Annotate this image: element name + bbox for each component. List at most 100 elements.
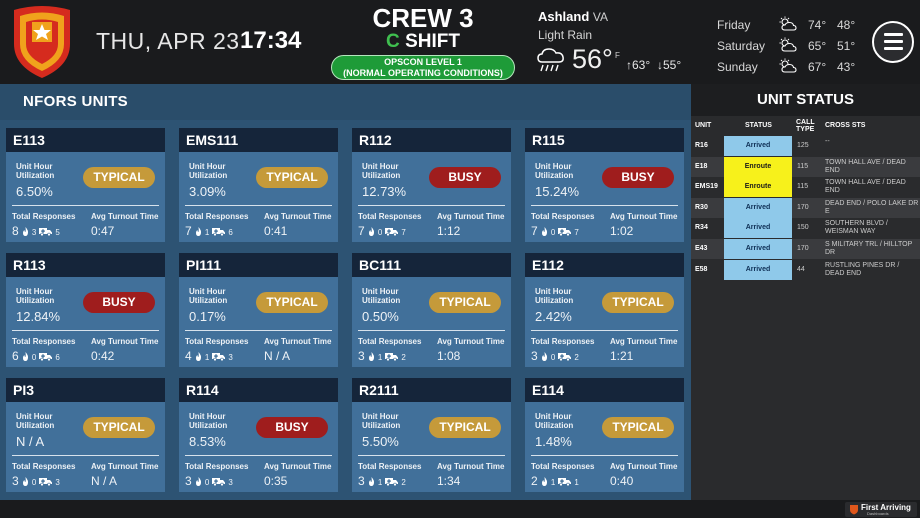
utilization-value: N / A xyxy=(16,434,45,449)
total-responses-values: 8 3 5 xyxy=(12,224,60,238)
fire-responses-count: 0 xyxy=(31,353,37,362)
status-row[interactable]: R30 Arrived 170 DEAD END / POLO LAKE DR E xyxy=(691,197,920,218)
avg-turnout-value: 1:34 xyxy=(437,474,461,488)
row-cross-streets: DEAD END / POLO LAKE DR E xyxy=(825,199,919,215)
col-status: STATUS xyxy=(745,122,772,129)
total-responses-count: 3 xyxy=(531,349,538,363)
opscon-level: OPSCON LEVEL 1 xyxy=(384,57,462,67)
utilization-value: 12.73% xyxy=(362,184,407,199)
row-call-type: 170 xyxy=(797,245,809,252)
utilization-label: Unit Hour Utilization xyxy=(535,287,573,305)
utilization-label: Unit Hour Utilization xyxy=(535,412,573,430)
ems-responses-count: 2 xyxy=(401,353,406,362)
unit-card[interactable]: EMS111 Unit Hour Utilization 3.09% TYPICAL To… xyxy=(179,128,338,242)
current-temperature: 56° xyxy=(572,44,613,74)
unit-card[interactable]: R114 Unit Hour Utilization 8.53% BUSY Total R… xyxy=(179,378,338,492)
status-badge: TYPICAL xyxy=(429,292,501,313)
weather-state: VA xyxy=(592,10,609,24)
row-status: Arrived xyxy=(724,218,792,239)
utilization-value: 6.50% xyxy=(16,184,53,199)
row-unit: R16 xyxy=(695,142,708,149)
status-badge: BUSY xyxy=(429,167,501,188)
row-status: Enroute xyxy=(724,156,792,177)
forecast-row: Friday 74° 48° xyxy=(717,16,867,37)
unit-status-title: UNIT STATUS xyxy=(691,84,920,116)
unit-card[interactable]: R112 Unit Hour Utilization 12.73% BUSY Total … xyxy=(352,128,511,242)
utilization-label-line1: Unit Hour xyxy=(362,162,399,171)
total-responses-count: 7 xyxy=(185,224,192,238)
unit-card[interactable]: PI111 Unit Hour Utilization 0.17% TYPICAL Tot… xyxy=(179,253,338,367)
utilization-label: Unit Hour Utilization xyxy=(189,162,227,180)
status-table-header: UNIT STATUS CALL TYPE CROSS STS xyxy=(691,119,920,134)
fire-icon xyxy=(541,226,548,238)
unit-card[interactable]: E112 Unit Hour Utilization 2.42% TYPICAL Tota… xyxy=(525,253,684,367)
total-responses-label: Total Responses xyxy=(358,462,422,471)
menu-button[interactable] xyxy=(872,21,914,63)
avg-turnout-label: Avg Turnout Time xyxy=(91,337,159,346)
total-responses-count: 3 xyxy=(185,474,192,488)
unit-card[interactable]: R115 Unit Hour Utilization 15.24% BUSY Total … xyxy=(525,128,684,242)
divider xyxy=(358,330,505,331)
row-unit: E18 xyxy=(695,162,708,170)
status-row[interactable]: E43 Arrived 170 S MILITARY TRL / HILLTOP DR xyxy=(691,239,920,259)
unit-card[interactable]: E114 Unit Hour Utilization 1.48% TYPICAL Tota… xyxy=(525,378,684,492)
utilization-label-line1: Unit Hour xyxy=(16,287,53,296)
forecast-high: 74° xyxy=(808,18,827,32)
row-status: Arrived xyxy=(724,259,792,280)
utilization-label-line1: Unit Hour xyxy=(16,412,53,421)
total-responses-values: 2 1 1 xyxy=(531,474,579,488)
fire-responses-count: 0 xyxy=(377,228,383,237)
fire-responses-count: 1 xyxy=(377,353,383,362)
status-row[interactable]: R34 Arrived 150 SOUTHERN BLVD / WEISMAN WAY xyxy=(691,218,920,239)
shift-label: C SHIFT xyxy=(333,31,513,53)
unit-name: R112 xyxy=(359,132,392,148)
status-badge: TYPICAL xyxy=(256,167,328,188)
row-call-type: 125 xyxy=(797,142,809,149)
unit-card[interactable]: PI3 Unit Hour Utilization N / A TYPICAL Total… xyxy=(6,378,165,492)
avg-turnout-label: Avg Turnout Time xyxy=(437,337,505,346)
divider xyxy=(185,205,332,206)
total-responses-values: 3 1 2 xyxy=(358,349,406,363)
unit-name: EMS111 xyxy=(186,132,239,148)
unit-name: PI111 xyxy=(186,257,222,273)
unit-card[interactable]: BC111 Unit Hour Utilization 0.50% TYPICAL Tot… xyxy=(352,253,511,367)
unit-card-header: EMS111 xyxy=(179,128,338,152)
utilization-label: Unit Hour Utilization xyxy=(16,412,54,430)
ambulance-icon xyxy=(385,476,399,488)
unit-card[interactable]: E113 Unit Hour Utilization 6.50% TYPICAL Tota… xyxy=(6,128,165,242)
unit-card-header: R113 xyxy=(6,253,165,277)
divider xyxy=(358,455,505,456)
utilization-label: Unit Hour Utilization xyxy=(189,287,227,305)
avg-turnout-label: Avg Turnout Time xyxy=(437,212,505,221)
status-row[interactable]: E58 Arrived 44 RUSTLING PINES DR / DEAD END xyxy=(691,259,920,280)
total-responses-label: Total Responses xyxy=(185,462,249,471)
col-unit: UNIT xyxy=(695,122,712,129)
fire-icon xyxy=(541,351,548,363)
header-bar: THU, APR 23 17:34 CREW 3 C SHIFT OPSCON … xyxy=(0,0,920,84)
avg-turnout-value: 1:12 xyxy=(437,224,461,238)
row-call-type: 170 xyxy=(797,203,809,211)
status-row[interactable]: E18 Enroute 115 TOWN HALL AVE / DEAD END xyxy=(691,156,920,177)
unit-name: R113 xyxy=(13,257,46,273)
ems-responses-count: 6 xyxy=(55,353,60,362)
total-responses-values: 4 1 3 xyxy=(185,349,233,363)
opscon-description: (NORMAL OPERATING CONDITIONS) xyxy=(343,68,503,78)
shift-letter: C xyxy=(386,31,400,52)
opscon-badge: OPSCON LEVEL 1 (NORMAL OPERATING CONDITI… xyxy=(331,55,515,80)
status-row[interactable]: R16 Arrived 125 -- xyxy=(691,136,920,156)
unit-card[interactable]: R113 Unit Hour Utilization 12.84% BUSY Total … xyxy=(6,253,165,367)
unit-card[interactable]: R2111 Unit Hour Utilization 5.50% TYPICAL Tot… xyxy=(352,378,511,492)
status-row[interactable]: EMS19 Enroute 115 TOWN HALL AVE / DEAD END xyxy=(691,177,920,198)
utilization-label-line1: Unit Hour xyxy=(16,162,53,171)
avg-turnout-value: 1:21 xyxy=(610,349,634,363)
row-cross-streets: RUSTLING PINES DR / DEAD END xyxy=(825,261,900,277)
utilization-label: Unit Hour Utilization xyxy=(189,412,227,430)
ems-responses-count: 1 xyxy=(574,478,579,487)
partly-cloudy-icon xyxy=(779,16,797,32)
total-responses-label: Total Responses xyxy=(531,337,595,346)
forecast-low: 43° xyxy=(837,60,856,74)
utilization-value: 0.50% xyxy=(362,309,399,324)
menu-icon-bar xyxy=(884,33,903,36)
fire-responses-count: 0 xyxy=(550,228,556,237)
unit-card-header: R114 xyxy=(179,378,338,402)
